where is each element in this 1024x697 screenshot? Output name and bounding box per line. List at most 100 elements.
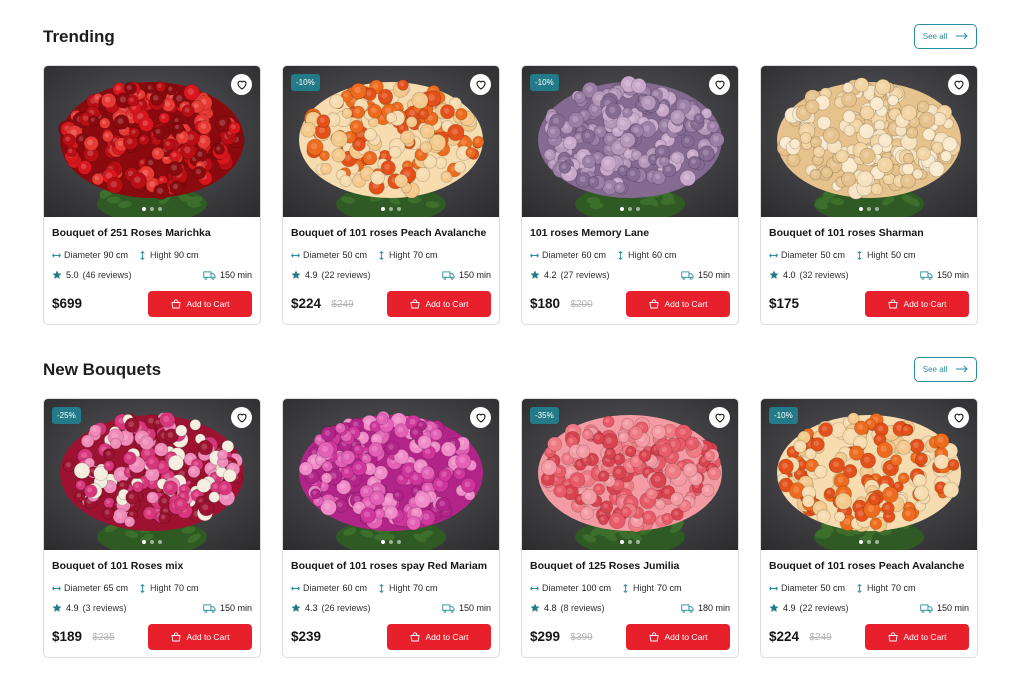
product-card[interactable]: -10% Bouquet of 101 roses Peach Avalanch… xyxy=(760,398,978,658)
carousel-dot[interactable] xyxy=(628,540,632,544)
carousel-dot[interactable] xyxy=(859,540,863,544)
height-spec: Hight 70 cm xyxy=(377,583,438,593)
product-card[interactable]: Bouquet of 101 roses Sharman Diameter 50… xyxy=(760,65,978,325)
favorite-button[interactable] xyxy=(709,407,730,428)
diameter-spec: Diameter 50 cm xyxy=(769,583,845,593)
carousel-dot[interactable] xyxy=(620,540,624,544)
review-count[interactable]: (22 reviews) xyxy=(322,270,371,280)
review-count[interactable]: (8 reviews) xyxy=(561,603,605,613)
review-count[interactable]: (26 reviews) xyxy=(322,603,371,613)
add-to-cart-button[interactable]: Add to Cart xyxy=(626,624,730,650)
carousel-dot[interactable] xyxy=(875,540,879,544)
carousel-dot[interactable] xyxy=(381,540,385,544)
product-card[interactable]: -35% Bouquet of 125 Roses Jumilia Diamet… xyxy=(521,398,739,658)
product-name[interactable]: Bouquet of 101 roses Peach Avalanche xyxy=(769,560,969,572)
rating-score: 4.9 xyxy=(783,603,796,613)
see-all-button[interactable]: See all xyxy=(914,357,977,382)
carousel-dot[interactable] xyxy=(142,207,146,211)
see-all-button[interactable]: See all xyxy=(914,24,977,49)
product-card[interactable]: -10% Bouquet of 101 roses Peach Avalanch… xyxy=(282,65,500,325)
height-spec: Hight 70 cm xyxy=(138,583,199,593)
add-to-cart-button[interactable]: Add to Cart xyxy=(387,291,491,317)
price: $699 xyxy=(52,296,83,311)
truck-icon xyxy=(442,270,455,280)
add-to-cart-button[interactable]: Add to Cart xyxy=(148,624,252,650)
image-carousel-dots xyxy=(142,540,162,544)
delivery-time: 150 min xyxy=(681,270,730,280)
carousel-dot[interactable] xyxy=(158,540,162,544)
product-name[interactable]: Bouquet of 101 roses Peach Avalanche xyxy=(291,227,491,239)
favorite-button[interactable] xyxy=(231,407,252,428)
heart-icon xyxy=(953,79,965,90)
favorite-button[interactable] xyxy=(231,74,252,95)
height-arrows-icon xyxy=(855,583,864,593)
add-to-cart-label: Add to Cart xyxy=(186,632,230,642)
product-specs: Diameter 65 cm Hight 70 cm xyxy=(52,583,199,593)
add-to-cart-button[interactable]: Add to Cart xyxy=(148,291,252,317)
product-card[interactable]: -25% Bouquet of 101 Roses mix Diameter 6… xyxy=(43,398,261,658)
review-count[interactable]: (27 reviews) xyxy=(561,270,610,280)
product-card[interactable]: Bouquet of 251 Roses Marichka Diameter 9… xyxy=(43,65,261,325)
review-count[interactable]: (46 reviews) xyxy=(83,270,132,280)
review-count[interactable]: (32 reviews) xyxy=(800,270,849,280)
favorite-button[interactable] xyxy=(470,74,491,95)
width-arrows-icon xyxy=(52,251,61,260)
product-name[interactable]: Bouquet of 101 roses spay Red Mariam xyxy=(291,560,491,572)
add-to-cart-label: Add to Cart xyxy=(186,299,230,309)
product-image[interactable]: -10% xyxy=(761,399,977,550)
section-0: Trending See all Bouquet of 251 Roses Ma… xyxy=(43,24,978,325)
product-image[interactable]: -10% xyxy=(283,66,499,217)
carousel-dot[interactable] xyxy=(150,540,154,544)
product-image[interactable]: -10% xyxy=(522,66,738,217)
add-to-cart-button[interactable]: Add to Cart xyxy=(865,624,969,650)
review-count[interactable]: (22 reviews) xyxy=(800,603,849,613)
product-specs: Diameter 50 cm Hight 50 cm xyxy=(769,250,916,260)
favorite-button[interactable] xyxy=(948,407,969,428)
carousel-dot[interactable] xyxy=(142,540,146,544)
carousel-dot[interactable] xyxy=(158,207,162,211)
carousel-dot[interactable] xyxy=(636,207,640,211)
product-name[interactable]: Bouquet of 251 Roses Marichka xyxy=(52,227,252,239)
carousel-dot[interactable] xyxy=(620,207,624,211)
height-value: 70 cm xyxy=(174,583,199,593)
carousel-dot[interactable] xyxy=(389,540,393,544)
add-to-cart-button[interactable]: Add to Cart xyxy=(387,624,491,650)
carousel-dot[interactable] xyxy=(389,207,393,211)
carousel-dot[interactable] xyxy=(381,207,385,211)
delivery-value: 150 min xyxy=(936,270,969,280)
carousel-dot[interactable] xyxy=(867,207,871,211)
discount-badge: -10% xyxy=(530,74,559,91)
product-image[interactable] xyxy=(44,66,260,217)
add-to-cart-button[interactable]: Add to Cart xyxy=(626,291,730,317)
product-name[interactable]: Bouquet of 101 Roses mix xyxy=(52,560,252,572)
carousel-dot[interactable] xyxy=(867,540,871,544)
heart-icon xyxy=(236,412,248,423)
product-image[interactable] xyxy=(283,399,499,550)
review-count[interactable]: (3 reviews) xyxy=(83,603,127,613)
carousel-dot[interactable] xyxy=(636,540,640,544)
cart-icon xyxy=(887,632,898,642)
section-title: New Bouquets xyxy=(43,360,162,379)
cart-icon xyxy=(648,299,659,309)
product-image[interactable] xyxy=(761,66,977,217)
discount-badge: -10% xyxy=(291,74,320,91)
carousel-dot[interactable] xyxy=(875,207,879,211)
add-to-cart-button[interactable]: Add to Cart xyxy=(865,291,969,317)
favorite-button[interactable] xyxy=(709,74,730,95)
delivery-value: 150 min xyxy=(697,270,730,280)
carousel-dot[interactable] xyxy=(397,207,401,211)
carousel-dot[interactable] xyxy=(628,207,632,211)
product-name[interactable]: Bouquet of 101 roses Sharman xyxy=(769,227,969,239)
favorite-button[interactable] xyxy=(470,407,491,428)
carousel-dot[interactable] xyxy=(859,207,863,211)
product-card[interactable]: Bouquet of 101 roses spay Red Mariam Dia… xyxy=(282,398,500,658)
favorite-button[interactable] xyxy=(948,74,969,95)
product-image[interactable]: -25% xyxy=(44,399,260,550)
carousel-dot[interactable] xyxy=(397,540,401,544)
product-name[interactable]: Bouquet of 125 Roses Jumilia xyxy=(530,560,730,572)
product-name[interactable]: 101 roses Memory Lane xyxy=(530,227,730,239)
carousel-dot[interactable] xyxy=(150,207,154,211)
product-image[interactable]: -35% xyxy=(522,399,738,550)
delivery-value: 150 min xyxy=(219,603,252,613)
product-card[interactable]: -10% 101 roses Memory Lane Diameter 60 c… xyxy=(521,65,739,325)
